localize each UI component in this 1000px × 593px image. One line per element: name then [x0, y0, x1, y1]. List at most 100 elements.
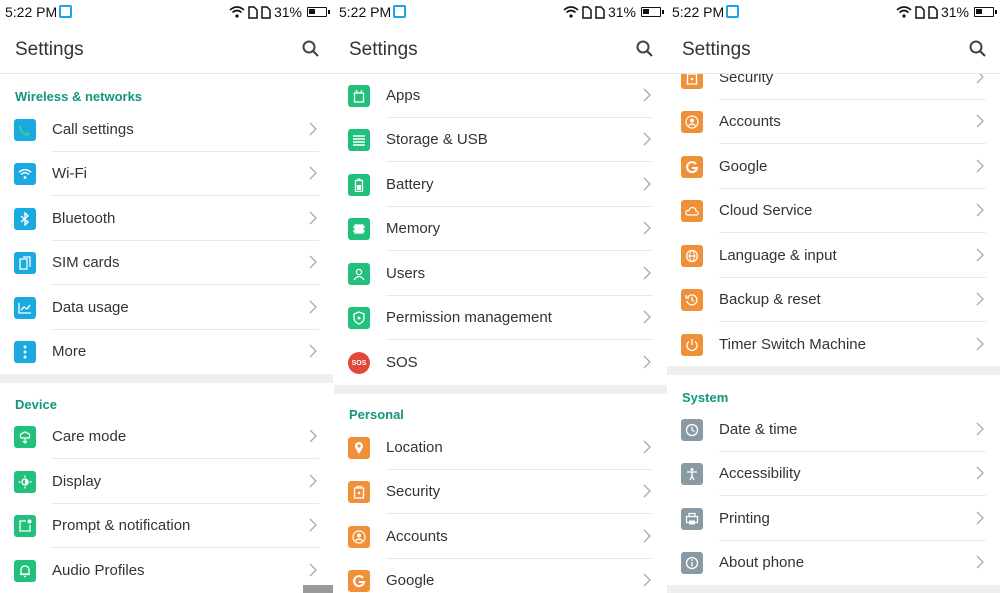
settings-item-call-settings[interactable]: Call settings [0, 108, 333, 152]
settings-item-label: Security [386, 483, 441, 500]
storage-icon [348, 129, 370, 151]
chevron-right-icon [976, 466, 984, 480]
settings-item-label: More [52, 343, 87, 360]
settings-item-data-usage[interactable]: Data usage [0, 286, 333, 330]
divider [719, 321, 986, 322]
sim2-status-icon [261, 5, 271, 19]
title-bar-overlay: Settings [667, 24, 1000, 74]
search-icon[interactable] [968, 39, 988, 59]
care-icon [14, 426, 36, 448]
sim1-status-icon [248, 5, 258, 19]
settings-item-memory[interactable]: Memory [334, 207, 667, 251]
shield-icon [348, 307, 370, 329]
chevron-right-icon [309, 300, 317, 314]
settings-item-accounts[interactable]: Accounts [334, 515, 667, 559]
settings-item-bluetooth[interactable]: Bluetooth [0, 197, 333, 241]
status-time: 5:22 PM [339, 4, 392, 20]
title-bar: Settings [0, 24, 333, 74]
divider [52, 195, 319, 196]
settings-item-printing[interactable]: Printing [667, 497, 1000, 541]
chevron-right-icon [309, 429, 317, 443]
battery-percent: 31% [607, 4, 636, 20]
status-bar: 5:22 PM 31% [667, 0, 1000, 24]
settings-item-label: Display [52, 473, 102, 490]
search-icon[interactable] [635, 39, 655, 59]
settings-item-security[interactable]: Security [334, 470, 667, 514]
divider [52, 458, 319, 459]
android-icon [348, 85, 370, 107]
settings-item-timer-switch-machine[interactable]: Timer Switch Machine [667, 323, 1000, 367]
memory-icon [348, 218, 370, 240]
power-icon [681, 334, 703, 356]
settings-item-label: Memory [386, 220, 441, 237]
settings-item-about-phone[interactable]: About phone [667, 541, 1000, 585]
settings-item-label: Accessibility [719, 465, 801, 482]
page-title: Settings [15, 39, 84, 60]
chevron-right-icon [643, 355, 651, 369]
app-notification-icon [393, 5, 406, 18]
settings-item-label: Accounts [719, 113, 781, 130]
sim2-status-icon [595, 5, 605, 19]
chevron-right-icon [976, 337, 984, 351]
settings-item-permission-management[interactable]: Permission management [334, 296, 667, 340]
settings-item-label: Call settings [52, 121, 134, 138]
settings-item-label: Data usage [52, 299, 129, 316]
settings-item-location[interactable]: Location [334, 426, 667, 470]
divider [719, 495, 986, 496]
chevron-right-icon [643, 88, 651, 102]
settings-item-apps[interactable]: Apps [334, 74, 667, 118]
chevron-right-icon [976, 114, 984, 128]
section-separator [334, 385, 667, 394]
settings-item-accounts[interactable]: Accounts [667, 100, 1000, 144]
settings-item-audio-profiles[interactable]: Audio Profiles [0, 549, 333, 593]
chevron-right-icon [643, 266, 651, 280]
settings-item-storage-usb[interactable]: Storage & USB [334, 118, 667, 162]
phone-icon [14, 119, 36, 141]
sos-icon: SOS [348, 352, 370, 374]
battery-icon [307, 7, 330, 17]
divider [719, 232, 986, 233]
info-icon [681, 552, 703, 574]
settings-item-wifi[interactable]: Wi-Fi [0, 152, 333, 196]
chevron-right-icon [976, 555, 984, 569]
divider [719, 143, 986, 144]
settings-item-label: About phone [719, 554, 805, 571]
settings-item-more[interactable]: More [0, 330, 333, 374]
settings-item-care-mode[interactable]: Care mode [0, 415, 333, 459]
settings-item-sim-cards[interactable]: SIM cards [0, 241, 333, 285]
lock-icon [348, 481, 370, 503]
settings-item-label: Timer Switch Machine [719, 336, 866, 353]
chevron-right-icon [643, 440, 651, 454]
wifi-icon [14, 163, 36, 185]
settings-item-label: Storage & USB [386, 131, 488, 148]
settings-item-label: Google [719, 158, 768, 175]
settings-item-label: Backup & reset [719, 291, 821, 308]
settings-item-cloud-service[interactable]: Cloud Service [667, 189, 1000, 233]
settings-panel-3: 5:22 PM 31% Settings Security Settings A… [667, 0, 1000, 593]
settings-item-accessibility[interactable]: Accessibility [667, 452, 1000, 496]
settings-item-google[interactable]: Google [667, 145, 1000, 189]
settings-item-label: Users [386, 265, 426, 282]
settings-item-display[interactable]: Display [0, 460, 333, 504]
chevron-right-icon [309, 474, 317, 488]
chevron-right-icon [976, 422, 984, 436]
settings-item-users[interactable]: Users [334, 252, 667, 296]
battery-icon [641, 7, 664, 17]
sim-icon [14, 252, 36, 274]
chevron-right-icon [643, 132, 651, 146]
chevron-right-icon [643, 221, 651, 235]
divider [52, 547, 319, 548]
settings-item-date-time[interactable]: Date & time [667, 408, 1000, 452]
settings-item-language-input[interactable]: Language & input [667, 234, 1000, 278]
sim1-status-icon [582, 5, 592, 19]
settings-item-battery[interactable]: Battery [334, 163, 667, 207]
search-icon[interactable] [301, 39, 321, 59]
battery-icon [974, 7, 997, 17]
settings-item-sos[interactable]: SOS SOS [334, 341, 667, 385]
status-time: 5:22 PM [672, 4, 725, 20]
backup-icon [681, 289, 703, 311]
settings-item-backup-reset[interactable]: Backup & reset [667, 278, 1000, 322]
settings-item-prompt-notification[interactable]: Prompt & notification [0, 504, 333, 548]
section-header-system: System [682, 390, 729, 405]
settings-item-google[interactable]: Google [334, 559, 667, 593]
